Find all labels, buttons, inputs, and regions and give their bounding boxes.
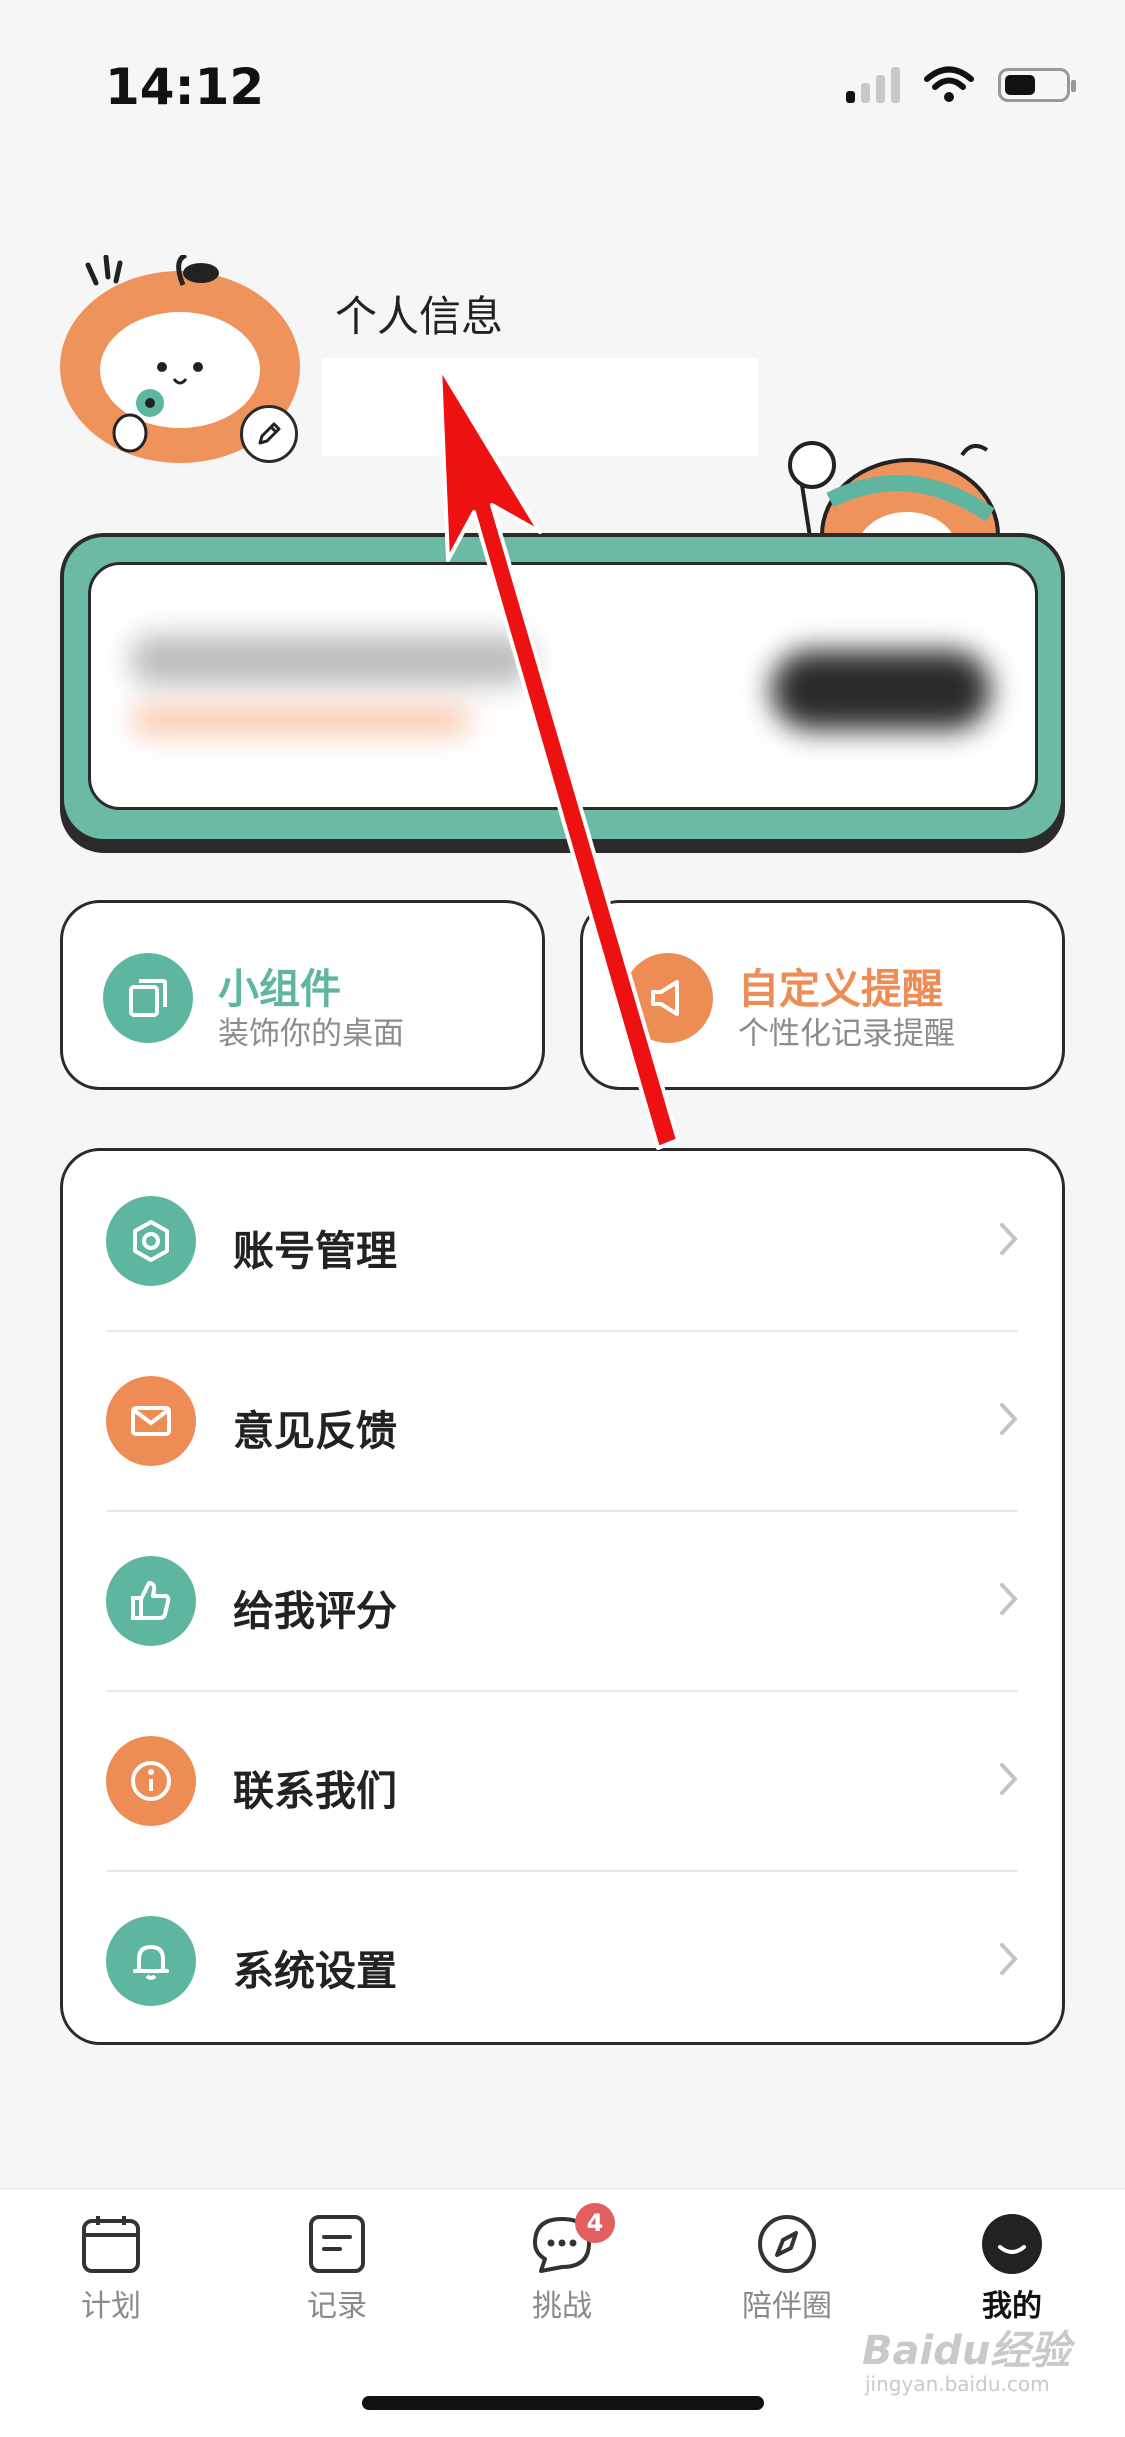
widget-icon-circle <box>103 953 193 1043</box>
tab-label: 陪伴圈 <box>742 2289 832 2324</box>
menu-item-feedback[interactable]: 意见反馈 <box>63 1331 1062 1511</box>
copy-icon <box>129 979 167 1017</box>
status-time: 14:12 <box>105 58 265 116</box>
profile-title[interactable]: 个人信息 <box>335 283 503 344</box>
reminder-icon-circle <box>623 953 713 1043</box>
megaphone-icon <box>651 980 679 1016</box>
menu-icon-circle <box>106 1376 196 1466</box>
bell-icon <box>133 1945 169 1980</box>
menu-icon-circle <box>106 1196 196 1286</box>
baidu-watermark-url: jingyan.baidu.com <box>865 2372 1050 2396</box>
menu-icon-circle <box>106 1736 196 1826</box>
tab-mine[interactable]: 我的 <box>937 2213 1087 2325</box>
hexagon-icon <box>133 1220 169 1262</box>
menu-item-label: 系统设置 <box>233 1947 397 1995</box>
battery-icon <box>998 68 1076 102</box>
menu-item-label: 联系我们 <box>233 1767 397 1815</box>
notification-badge: 4 <box>575 2203 615 2243</box>
widget-card[interactable]: 小组件 装饰你的桌面 <box>60 900 545 1090</box>
menu-item-account[interactable]: 账号管理 <box>63 1151 1062 1331</box>
calendar-icon <box>82 2216 140 2273</box>
status-icons <box>846 66 1076 104</box>
chevron-right-icon <box>1000 1583 1018 1615</box>
profile-face-icon <box>982 2214 1042 2274</box>
tab-challenge[interactable]: 4 挑战 <box>487 2203 637 2325</box>
chevron-right-icon <box>1000 1223 1018 1255</box>
tab-companion-circle[interactable]: 陪伴圈 <box>712 2213 862 2325</box>
profile-name-field[interactable] <box>322 358 758 456</box>
thumbs-up-icon <box>131 1581 171 1620</box>
chevron-right-icon <box>1000 1403 1018 1435</box>
baidu-watermark: Baidu经验 <box>862 2328 1071 2374</box>
tab-plan[interactable]: 计划 <box>36 2213 186 2325</box>
reminder-card-subtitle: 个性化记录提醒 <box>738 1016 955 1052</box>
chevron-right-icon <box>1000 1763 1018 1795</box>
widget-card-title: 小组件 <box>218 965 341 1013</box>
mail-icon <box>131 1406 171 1436</box>
tab-label: 挑战 <box>532 2289 592 2324</box>
home-indicator[interactable] <box>362 2396 764 2410</box>
blurred-banner-title <box>131 635 531 685</box>
edit-avatar-button[interactable] <box>240 405 298 463</box>
reminder-card-title: 自定义提醒 <box>738 965 943 1013</box>
tab-label: 计划 <box>81 2289 141 2324</box>
blurred-banner-subtitle <box>131 705 471 735</box>
wifi-icon <box>924 66 974 102</box>
cellular-signal-icon <box>846 67 900 103</box>
menu-item-settings[interactable]: 系统设置 <box>63 1871 1062 2051</box>
menu-item-label: 给我评分 <box>233 1587 397 1635</box>
info-icon <box>131 1761 171 1801</box>
membership-banner-content[interactable] <box>88 562 1038 810</box>
menu-icon-circle <box>106 1556 196 1646</box>
widget-card-subtitle: 装饰你的桌面 <box>218 1016 404 1052</box>
chevron-right-icon <box>1000 1943 1018 1975</box>
menu-item-label: 账号管理 <box>233 1227 397 1275</box>
menu-item-label: 意见反馈 <box>233 1407 397 1455</box>
blurred-banner-button[interactable] <box>771 650 991 730</box>
menu-item-contact[interactable]: 联系我们 <box>63 1691 1062 1871</box>
menu-icon-circle <box>106 1916 196 2006</box>
custom-reminder-card[interactable]: 自定义提醒 个性化记录提醒 <box>580 900 1065 1090</box>
settings-menu: 账号管理 意见反馈 给我评分 联系我们 系统设置 <box>60 1148 1065 2045</box>
document-icon <box>309 2215 365 2273</box>
tab-record[interactable]: 记录 <box>262 2213 412 2325</box>
pencil-icon <box>258 422 281 445</box>
menu-item-rate[interactable]: 给我评分 <box>63 1511 1062 1691</box>
compass-icon <box>758 2215 816 2273</box>
tab-label: 记录 <box>307 2289 367 2324</box>
